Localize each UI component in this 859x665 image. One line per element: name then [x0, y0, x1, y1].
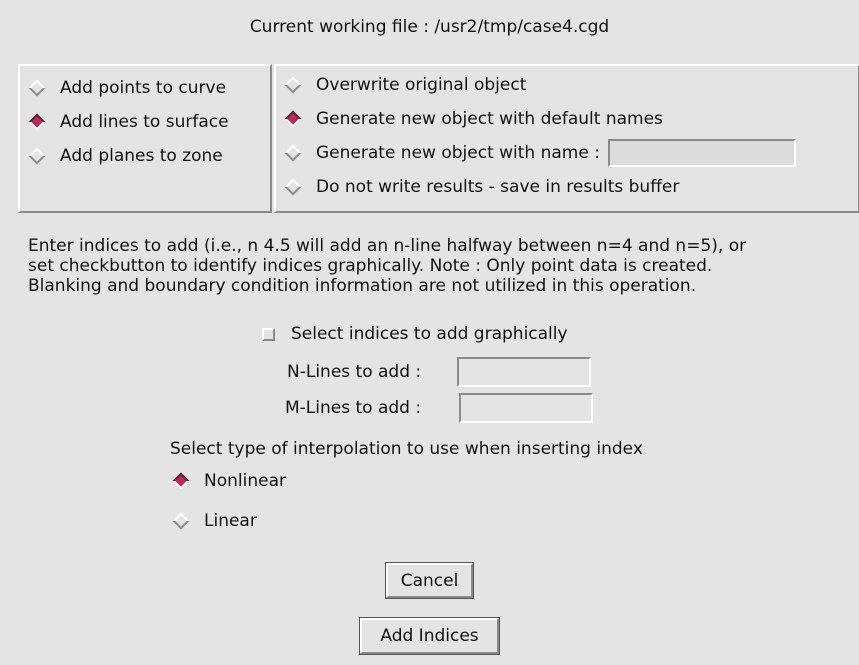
radio-label: Nonlinear [204, 471, 286, 491]
radio-overwrite-original[interactable]: Overwrite original object [284, 68, 858, 102]
n-lines-row: N-Lines to add : [287, 357, 591, 387]
radio-indicator-icon [284, 178, 302, 196]
radio-label: Overwrite original object [316, 75, 527, 95]
radio-indicator-icon [172, 472, 190, 490]
instructions-line: set checkbutton to identify indices grap… [28, 256, 713, 276]
radio-label: Add planes to zone [60, 146, 223, 166]
checkbox-label: Select indices to add graphically [291, 324, 568, 344]
radio-generate-default-names[interactable]: Generate new object with default names [284, 102, 858, 136]
radio-label: Generate new object with default names [316, 109, 663, 129]
add-indices-button[interactable]: Add Indices [359, 617, 500, 655]
object-name-input[interactable] [607, 139, 796, 167]
radio-linear[interactable]: Linear [172, 504, 286, 538]
n-lines-label: N-Lines to add : [287, 362, 422, 382]
radio-add-planes[interactable]: Add planes to zone [28, 139, 270, 173]
window-title: Current working file : /usr2/tmp/case4.c… [249, 17, 610, 37]
radio-label: Linear [204, 511, 257, 531]
checkbox-indicator-icon [262, 327, 275, 341]
radio-indicator-icon [284, 110, 302, 128]
interpolation-heading: Select type of interpolation to use when… [170, 439, 643, 459]
instructions-line: Enter indices to add (i.e., n 4.5 will a… [28, 236, 747, 256]
radio-add-lines[interactable]: Add lines to surface [28, 105, 270, 139]
radio-nonlinear[interactable]: Nonlinear [172, 464, 286, 498]
radio-indicator-icon [172, 512, 190, 530]
n-lines-input[interactable] [457, 357, 591, 387]
radio-indicator-icon [28, 113, 46, 131]
radio-indicator-icon [284, 76, 302, 94]
radio-label: Generate new object with name : [316, 143, 600, 163]
radio-label: Add lines to surface [60, 112, 229, 132]
instructions-text: Enter indices to add (i.e., n 4.5 will a… [28, 236, 848, 296]
radio-indicator-icon [28, 147, 46, 165]
m-lines-input[interactable] [459, 393, 593, 423]
radio-add-points[interactable]: Add points to curve [28, 71, 270, 105]
add-mode-group: Add points to curve Add lines to surface… [18, 64, 272, 213]
m-lines-label: M-Lines to add : [285, 398, 422, 418]
interpolation-group: Nonlinear Linear [172, 464, 286, 538]
radio-label: Add points to curve [60, 78, 227, 98]
instructions-line: Blanking and boundary condition informat… [28, 276, 697, 296]
radio-generate-with-name[interactable]: Generate new object with name : [284, 136, 858, 170]
output-mode-group: Overwrite original object Generate new o… [274, 64, 859, 213]
cancel-button[interactable]: Cancel [385, 562, 474, 599]
select-graphically-checkbox[interactable]: Select indices to add graphically [262, 324, 568, 344]
m-lines-row: M-Lines to add : [285, 393, 593, 423]
radio-save-results-buffer[interactable]: Do not write results - save in results b… [284, 170, 858, 204]
radio-indicator-icon [28, 79, 46, 97]
radio-indicator-icon [284, 144, 302, 162]
radio-label: Do not write results - save in results b… [316, 177, 680, 197]
